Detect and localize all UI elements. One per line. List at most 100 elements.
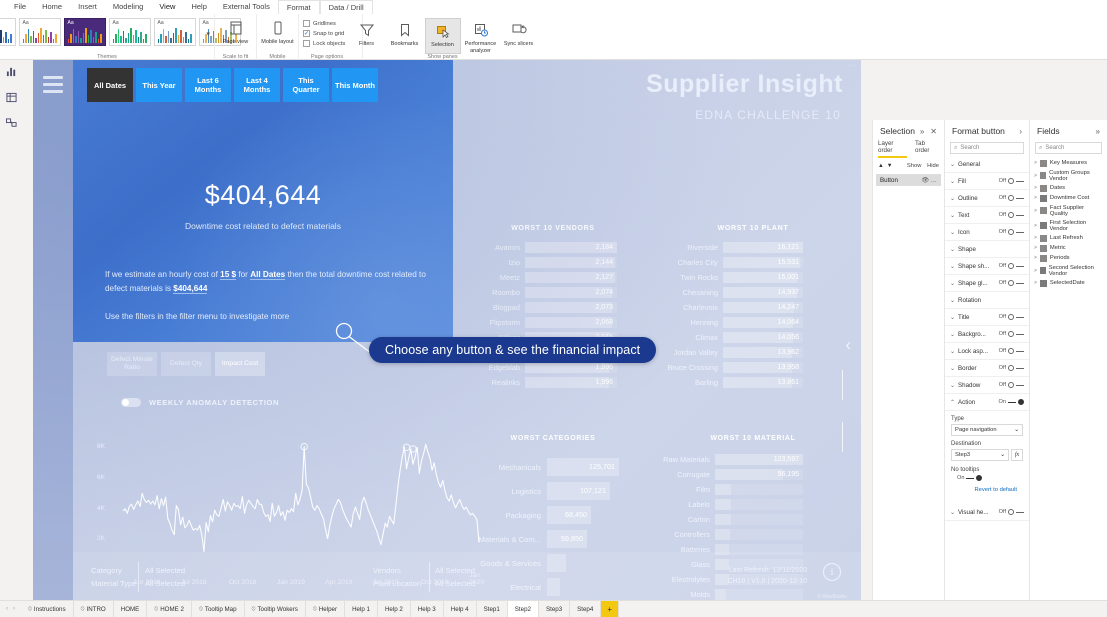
table-row[interactable]: Henning 14,064 [653, 315, 803, 330]
field-item-metric[interactable]: > Metric [1030, 243, 1107, 253]
format-section-icon[interactable]: ⌄ Icon Off [945, 224, 1029, 241]
format-search-box[interactable]: ⌕ Search [950, 142, 1024, 154]
table-row[interactable]: Labels [653, 497, 803, 512]
menu-hamburger-icon[interactable] [43, 76, 63, 97]
format-section-shape-gl-[interactable]: ⌄ Shape gl... Off [945, 275, 1029, 292]
date-button-this-year[interactable]: This Year [136, 68, 182, 102]
format-section-backgro-[interactable]: ⌄ Backgro... Off [945, 326, 1029, 343]
page-tab-help-2[interactable]: Help 2 [378, 600, 411, 617]
weekly-anomaly-line-chart[interactable]: 8K 6K 4K 2K Apr 2018 Jul 2018 Oct 2018 Jan 201… [95, 418, 485, 600]
tab-tab-order[interactable]: Tab order [915, 140, 939, 158]
metric-button-impact-cost[interactable]: Impact Cost [215, 352, 265, 376]
filters-button[interactable]: Filters [349, 18, 385, 54]
field-item-dates[interactable]: > Dates [1030, 183, 1107, 193]
date-filter-buttons[interactable]: All Dates This Year Last 6 Months Last 4 Mo… [87, 68, 378, 102]
table-row[interactable]: Climax 14,056 [653, 330, 803, 345]
selection-item-button[interactable]: Button 👁 … [876, 174, 941, 186]
menu-item-view[interactable]: View [151, 0, 184, 15]
format-section-toggle[interactable]: Off [999, 195, 1024, 201]
menu-item-format[interactable]: Format [277, 0, 320, 14]
menu-item-data-drill[interactable]: Data / Drill [319, 0, 373, 14]
action-destination-dropdown[interactable]: Step3 ⌄ [951, 449, 1009, 461]
chevron-double-icon[interactable]: » [1096, 127, 1100, 136]
table-row[interactable]: Izio 2,144 [473, 255, 617, 270]
page-tab-help-4[interactable]: Help 4 [444, 600, 477, 617]
field-item-second-selection-vendor[interactable]: > Second Selection Vendor [1030, 263, 1107, 278]
chevron-right-icon[interactable]: > [1034, 268, 1037, 274]
table-row[interactable]: Charlevoix 14,247 [653, 300, 803, 315]
field-item-custom-groups-vendor[interactable]: > Custom Groups Vendor [1030, 168, 1107, 183]
table-row[interactable]: Materials & Com... 59,850 [463, 527, 619, 551]
format-section-rotation[interactable]: ⌄ Rotation [945, 292, 1029, 309]
format-section-toggle[interactable]: Off [999, 212, 1024, 218]
table-row[interactable]: Realinks 1,996 [473, 375, 617, 390]
format-section-visual-header[interactable]: ⌄ Visual he... Off [945, 504, 1029, 521]
field-item-fact-supplier-quality[interactable]: > Fact Supplier Quality [1030, 203, 1107, 218]
theme-more-icon[interactable]: ▾ [204, 30, 212, 38]
page-view-button[interactable]: Page view [218, 16, 254, 46]
table-row[interactable]: Charles City 15,531 [653, 255, 803, 270]
format-section-shadow[interactable]: ⌄ Shadow Off [945, 377, 1029, 394]
menu-item-help[interactable]: Help [183, 0, 214, 14]
format-section-title[interactable]: ⌄ Title Off [945, 309, 1029, 326]
menu-item-external-tools[interactable]: External Tools [215, 0, 278, 14]
date-button-last-6-months[interactable]: Last 6 Months [185, 68, 231, 102]
chevron-right-icon[interactable]: › [1019, 127, 1022, 136]
page-tab-helper[interactable]: ⦸ Helper [306, 600, 346, 617]
tab-layer-order[interactable]: Layer order [878, 140, 908, 158]
tab-prev-icon[interactable]: ‹ [6, 606, 8, 612]
page-tab-help-3[interactable]: Help 3 [411, 600, 444, 617]
chevron-right-icon[interactable]: > [1034, 173, 1037, 179]
page-tab-home-2[interactable]: ⦸ HOME 2 [147, 600, 192, 617]
table-row[interactable]: Barling 13,861 [653, 375, 803, 390]
page-tab-home[interactable]: HOME [114, 600, 148, 617]
format-section-toggle[interactable]: Off [999, 280, 1024, 286]
menu-item-file[interactable]: File [6, 0, 34, 14]
chevron-right-icon[interactable]: > [1034, 235, 1037, 241]
metric-button-defect-minute-ratio[interactable]: Defect Minute Ratio [107, 352, 157, 376]
table-row[interactable]: Corrugate 96,195 [653, 467, 803, 482]
table-row[interactable]: Film [653, 482, 803, 497]
visibility-eye-icon[interactable]: 👁 … [921, 176, 937, 184]
checkbox-lock-objects[interactable]: Lock objects [303, 40, 345, 47]
chevron-right-icon[interactable]: > [1034, 245, 1037, 251]
report-view-icon[interactable] [4, 64, 18, 78]
revert-to-default-link[interactable]: Revert to default [951, 481, 1023, 493]
table-row[interactable]: Jordan Valley 13,962 [653, 345, 803, 360]
previous-page-chevron-icon[interactable]: ‹ [845, 335, 851, 355]
format-section-shape-sh-[interactable]: ⌄ Shape sh... Off [945, 258, 1029, 275]
chevron-right-icon[interactable]: > [1034, 185, 1037, 191]
page-tab-step3[interactable]: Step3 [539, 600, 571, 617]
format-section-toggle[interactable]: Off [999, 382, 1024, 388]
menu-item-insert[interactable]: Insert [70, 0, 105, 14]
field-item-last-refresh[interactable]: > Last Refresh [1030, 233, 1107, 243]
table-row[interactable]: Bruce Crossing 13,958 [653, 360, 803, 375]
table-row[interactable]: Flipstorm 2,068 [473, 315, 617, 330]
field-item-selecteddate[interactable]: > SelectedDate [1030, 278, 1107, 288]
checkbox-gridlines[interactable]: Gridlines [303, 20, 345, 27]
page-tab-instructions[interactable]: ⦸ Instructions [21, 600, 74, 617]
date-button-all-dates[interactable]: All Dates [87, 68, 133, 102]
tab-next-icon[interactable]: › [13, 606, 15, 612]
table-row[interactable]: Chesaning 14,937 [653, 285, 803, 300]
close-icon[interactable]: ✕ [930, 127, 937, 136]
fx-icon[interactable]: fx [1011, 449, 1023, 461]
table-row[interactable]: Avamm 2,184 [473, 240, 617, 255]
tab-nav-arrows[interactable]: ‹ › [0, 606, 21, 612]
table-row[interactable]: Raw Materials 123,597 [653, 452, 803, 467]
theme-card-1[interactable]: Aa [0, 18, 16, 46]
data-view-icon[interactable] [4, 90, 18, 104]
table-row[interactable]: Blogpad 2,073 [473, 300, 617, 315]
table-row[interactable]: Logistics 107,121 [463, 479, 619, 503]
format-section-text[interactable]: ⌄ Text Off [945, 207, 1029, 224]
chevron-right-icon[interactable]: > [1034, 195, 1037, 201]
metric-button-defect-qty[interactable]: Defect Qty [161, 352, 211, 376]
field-item-key-measures[interactable]: > Key Measures [1030, 158, 1107, 168]
format-section-shape[interactable]: ⌄ Shape [945, 241, 1029, 258]
field-item-downtime-cost[interactable]: > Downtime Cost [1030, 193, 1107, 203]
format-section-fill[interactable]: ⌄ Fill Off [945, 173, 1029, 190]
date-button-this-quarter[interactable]: This Quarter [283, 68, 329, 102]
add-page-button[interactable]: + [601, 600, 619, 617]
worst-plant-table[interactable]: Riverside 16,121 Charles City 15,531 Twin Ro… [653, 240, 803, 390]
chevron-right-icon[interactable]: > [1034, 280, 1037, 286]
